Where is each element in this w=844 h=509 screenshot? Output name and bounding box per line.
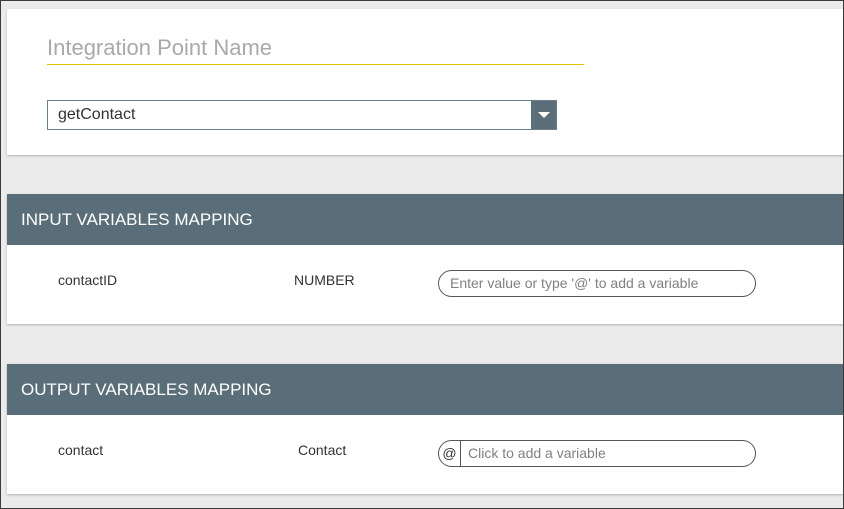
- operation-select[interactable]: getContact: [47, 100, 557, 130]
- chevron-down-icon[interactable]: [531, 101, 556, 129]
- output-variable-type: Contact: [298, 442, 347, 458]
- at-icon[interactable]: @: [439, 441, 461, 466]
- input-variable-value-field[interactable]: Enter value or type '@' to add a variabl…: [438, 270, 756, 297]
- output-variables-card: OUTPUT VARIABLES MAPPING contact Contact…: [7, 364, 843, 494]
- input-variable-name: contactID: [58, 272, 118, 288]
- integration-point-name-input[interactable]: Integration Point Name: [47, 31, 584, 65]
- output-variable-placeholder: Click to add a variable: [468, 445, 606, 461]
- integration-point-editor: Integration Point Name getContact INPUT …: [0, 0, 844, 509]
- output-variable-name: contact: [58, 442, 104, 458]
- integration-point-card: Integration Point Name getContact: [7, 9, 843, 155]
- input-variables-card: INPUT VARIABLES MAPPING contactID NUMBER…: [7, 194, 843, 324]
- output-variable-field[interactable]: @ Click to add a variable: [438, 440, 756, 467]
- output-variables-header: OUTPUT VARIABLES MAPPING: [7, 364, 843, 415]
- input-variables-header: INPUT VARIABLES MAPPING: [7, 194, 843, 245]
- input-variable-value-placeholder: Enter value or type '@' to add a variabl…: [450, 275, 699, 291]
- operation-select-value: getContact: [58, 106, 136, 123]
- input-variable-type: NUMBER: [294, 272, 355, 288]
